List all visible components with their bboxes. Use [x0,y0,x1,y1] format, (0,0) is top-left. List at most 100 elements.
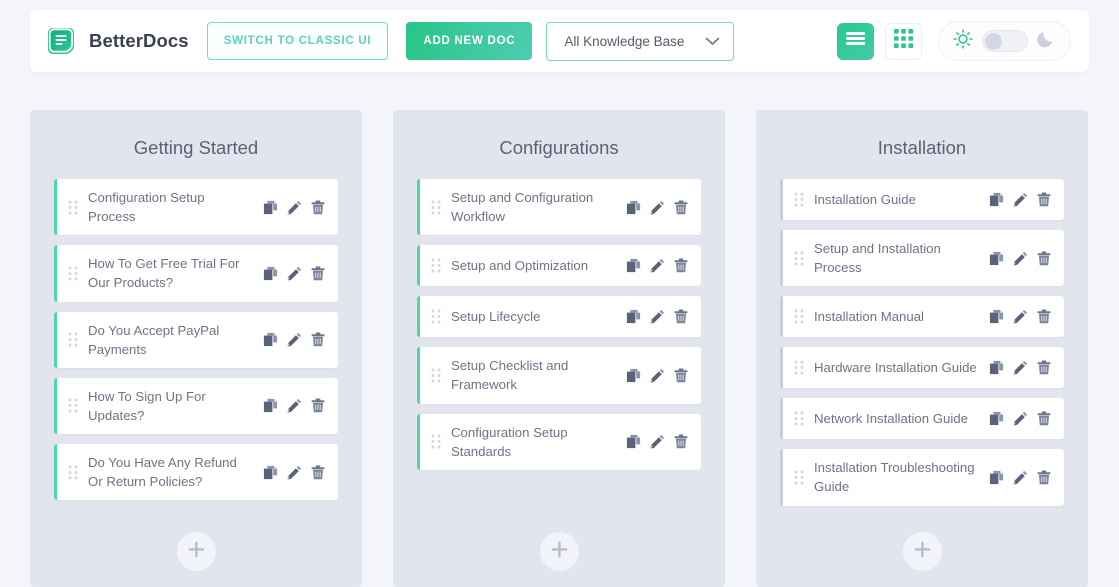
board-column: Installation Installation Guide Setup an… [756,110,1088,587]
duplicate-icon[interactable] [989,360,1004,375]
drag-handle-icon[interactable] [794,251,814,266]
pencil-edit-icon[interactable] [287,398,302,413]
trash-delete-icon[interactable] [1037,309,1051,324]
duplicate-icon[interactable] [989,192,1004,207]
doc-card-title: How To Sign Up For Updates? [88,388,206,423]
doc-card[interactable]: Configuration Setup Process [54,179,338,236]
trash-delete-icon[interactable] [674,258,688,273]
trash-delete-icon[interactable] [311,200,325,215]
brand-name: BetterDocs [89,30,189,51]
pencil-edit-icon[interactable] [650,434,665,449]
duplicate-icon[interactable] [263,266,278,281]
doc-card[interactable]: Setup and Configuration Workflow [417,179,701,236]
pencil-edit-icon[interactable] [1013,360,1028,375]
doc-card[interactable]: Configuration Setup Standards [417,413,701,470]
drag-handle-icon[interactable] [794,411,814,426]
trash-delete-icon[interactable] [311,332,325,347]
trash-delete-icon[interactable] [311,465,325,480]
knowledge-base-select-value: All Knowledge Base [564,33,685,49]
add-card-button[interactable] [539,531,579,571]
drag-handle-icon[interactable] [794,470,814,485]
doc-card[interactable]: Setup Lifecycle [417,296,701,338]
trash-delete-icon[interactable] [674,434,688,449]
drag-handle-icon[interactable] [431,200,451,215]
drag-handle-icon[interactable] [68,200,88,215]
doc-card[interactable]: Installation Manual [780,296,1064,338]
drag-handle-icon[interactable] [68,465,88,480]
doc-card[interactable]: How To Get Free Trial For Our Products? [54,245,338,302]
trash-delete-icon[interactable] [311,266,325,281]
pencil-edit-icon[interactable] [650,368,665,383]
pencil-edit-icon[interactable] [1013,192,1028,207]
duplicate-icon[interactable] [989,411,1004,426]
drag-handle-icon[interactable] [794,309,814,324]
drag-handle-icon[interactable] [431,434,451,449]
pencil-edit-icon[interactable] [1013,411,1028,426]
pencil-edit-icon[interactable] [287,266,302,281]
trash-delete-icon[interactable] [674,309,688,324]
doc-card[interactable]: Installation Troubleshooting Guide [780,449,1064,506]
doc-card[interactable]: Setup Checklist and Framework [417,347,701,404]
duplicate-icon[interactable] [989,470,1004,485]
duplicate-icon[interactable] [626,368,641,383]
duplicate-icon[interactable] [626,200,641,215]
trash-delete-icon[interactable] [311,398,325,413]
knowledge-base-select[interactable]: All Knowledge Base [546,21,735,61]
plus-icon [188,541,205,561]
drag-handle-icon[interactable] [68,332,88,347]
add-card-button[interactable] [902,531,942,571]
pencil-edit-icon[interactable] [650,200,665,215]
hamburger-list-view-icon [846,31,865,51]
theme-toggle-group[interactable] [938,21,1071,61]
drag-handle-icon[interactable] [68,398,88,413]
doc-card[interactable]: Setup and Installation Process [780,230,1064,287]
doc-card[interactable]: Setup and Optimization [417,245,701,287]
drag-handle-icon[interactable] [68,266,88,281]
duplicate-icon[interactable] [989,251,1004,266]
theme-switch-knob [985,33,1002,50]
drag-handle-icon[interactable] [794,192,814,207]
trash-delete-icon[interactable] [674,368,688,383]
doc-card[interactable]: Hardware Installation Guide [780,347,1064,389]
duplicate-icon[interactable] [263,200,278,215]
pencil-edit-icon[interactable] [650,258,665,273]
trash-delete-icon[interactable] [1037,470,1051,485]
grid-view-button[interactable] [885,22,922,60]
trash-delete-icon[interactable] [1037,251,1051,266]
duplicate-icon[interactable] [263,332,278,347]
doc-card[interactable]: How To Sign Up For Updates? [54,377,338,435]
theme-switch[interactable] [982,30,1028,52]
pencil-edit-icon[interactable] [650,309,665,324]
trash-delete-icon[interactable] [1037,192,1051,207]
trash-delete-icon[interactable] [1037,360,1051,375]
doc-card[interactable]: Do You Accept PayPal Payments [54,311,338,368]
pencil-edit-icon[interactable] [287,332,302,347]
add-card-button[interactable] [176,531,216,571]
pencil-edit-icon[interactable] [1013,309,1028,324]
pencil-edit-icon[interactable] [287,465,302,480]
duplicate-icon[interactable] [263,398,278,413]
drag-handle-icon[interactable] [431,258,451,273]
doc-card-actions [989,251,1051,266]
trash-delete-icon[interactable] [674,200,688,215]
duplicate-icon[interactable] [263,465,278,480]
switch-to-classic-ui-button[interactable]: SWITCH TO CLASSIC UI [206,22,389,60]
pencil-edit-icon[interactable] [287,200,302,215]
doc-card[interactable]: Network Installation Guide [780,398,1064,440]
drag-handle-icon[interactable] [794,360,814,375]
pencil-edit-icon[interactable] [1013,470,1028,485]
pencil-edit-icon[interactable] [1013,251,1028,266]
drag-handle-icon[interactable] [431,368,451,383]
trash-delete-icon[interactable] [1037,411,1051,426]
doc-card[interactable]: Installation Guide [780,179,1064,220]
add-new-doc-button[interactable]: ADD NEW DOC [406,22,533,60]
duplicate-icon[interactable] [626,258,641,273]
duplicate-icon[interactable] [626,434,641,449]
drag-handle-icon[interactable] [431,309,451,324]
duplicate-icon[interactable] [626,309,641,324]
doc-card-title: Configuration Setup Process [88,190,205,225]
list-view-button[interactable] [837,22,874,60]
doc-card[interactable]: Do You Have Any Refund Or Return Policie… [54,444,338,501]
duplicate-icon[interactable] [989,309,1004,324]
doc-card-title: Network Installation Guide [814,411,968,427]
